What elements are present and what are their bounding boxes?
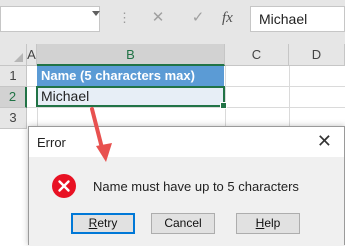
row-header-1[interactable]: 1: [0, 66, 27, 87]
select-all-triangle-icon: [14, 53, 23, 62]
fill-handle[interactable]: [220, 102, 227, 109]
formula-bar-grip-icon: ⋮: [118, 10, 131, 25]
dialog-titlebar: Error ✕: [29, 127, 344, 157]
cell-b1[interactable]: Name (5 characters max): [37, 66, 224, 86]
grid-line: [27, 107, 345, 108]
column-header-a[interactable]: A: [27, 44, 37, 66]
row-header-3[interactable]: 3: [0, 108, 27, 129]
retry-button[interactable]: Retry: [71, 213, 135, 234]
name-box-dropdown-icon[interactable]: [92, 11, 100, 16]
formula-text: Michael: [259, 11, 308, 27]
column-header-d[interactable]: D: [289, 44, 345, 66]
formula-bar: ⋮ ✕ ✓ fx Michael: [0, 0, 345, 44]
column-header-c[interactable]: C: [225, 44, 289, 66]
enter-entry-icon[interactable]: ✓: [190, 10, 206, 26]
help-button[interactable]: Help: [236, 213, 300, 234]
formula-input[interactable]: Michael: [250, 6, 345, 32]
row-header-2[interactable]: 2: [0, 87, 27, 108]
cell-b2-active[interactable]: Michael: [36, 86, 225, 107]
column-header-b[interactable]: B: [37, 44, 225, 66]
error-dialog: Error ✕ Name must have up to 5 character…: [28, 126, 345, 246]
error-x-circle-icon: [52, 174, 76, 198]
cancel-button[interactable]: Cancel: [151, 213, 215, 234]
close-icon[interactable]: ✕: [317, 131, 332, 151]
name-box[interactable]: [0, 6, 100, 32]
select-all-corner[interactable]: [0, 44, 27, 66]
cancel-entry-icon[interactable]: ✕: [150, 10, 166, 26]
insert-function-icon[interactable]: fx: [222, 10, 238, 26]
dialog-message: Name must have up to 5 characters: [93, 179, 299, 194]
help-label: elp: [264, 216, 281, 230]
dialog-body: Name must have up to 5 characters Retry …: [29, 157, 344, 246]
dialog-title: Error: [37, 135, 66, 150]
retry-label: etry: [97, 216, 118, 230]
